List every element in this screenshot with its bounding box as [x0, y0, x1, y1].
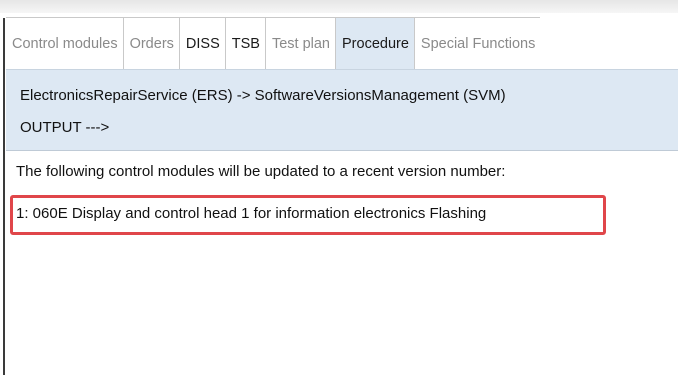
procedure-header-panel: ElectronicsRepairService (ERS) -> Softwa…	[6, 69, 678, 151]
window-left-border	[3, 18, 5, 375]
tab-tsb[interactable]: TSB	[224, 17, 265, 69]
tab-orders[interactable]: Orders	[122, 17, 179, 69]
tab-control-modules[interactable]: Control modules	[6, 17, 123, 69]
tab-bar: Control modules Orders DISS TSB Test pla…	[6, 17, 678, 69]
window-top-edge	[0, 0, 678, 13]
list-item: 1: 060E Display and control head 1 for i…	[16, 205, 487, 222]
tab-diss[interactable]: DISS	[178, 17, 225, 69]
tab-special-functions[interactable]: Special Functions	[413, 17, 541, 69]
procedure-window: Control modules Orders DISS TSB Test pla…	[0, 0, 678, 375]
procedure-path: ElectronicsRepairService (ERS) -> Softwa…	[20, 87, 506, 104]
update-intro-text: The following control modules will be up…	[16, 163, 506, 180]
tab-procedure[interactable]: Procedure	[335, 17, 414, 69]
output-label: OUTPUT --->	[20, 119, 110, 136]
tab-test-plan[interactable]: Test plan	[264, 17, 335, 69]
